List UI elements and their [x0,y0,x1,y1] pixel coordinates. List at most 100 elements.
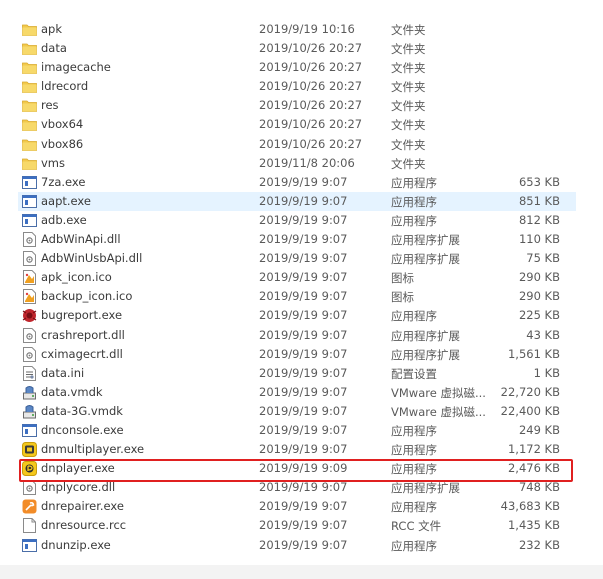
file-date: 2019/9/19 9:07 [259,442,348,457]
file-size: 232 KB [518,537,560,552]
file-list: apk 2019/9/19 10:16 文件夹 data 2019/10/26 20:2… [18,20,576,555]
file-date: 2019/9/19 9:07 [259,422,348,437]
file-name: data.ini [41,365,85,380]
exe-icon [22,175,37,190]
file-date: 2019/9/19 9:09 [259,461,348,476]
file-row[interactable]: dnplayer.exe 2019/9/19 9:09 应用程序 2,476 KB [18,459,576,478]
file-row[interactable]: ldrecord 2019/10/26 20:27 文件夹 [18,77,576,96]
file-type: 应用程序 [391,538,437,553]
dll-icon [22,480,37,496]
file-size: 653 KB [518,174,560,189]
file-name: dnplayer.exe [41,461,115,476]
file-name: AdbWinApi.dll [41,232,121,247]
file-date: 2019/9/19 9:07 [259,308,348,323]
file-row[interactable]: AdbWinUsbApi.dll 2019/9/19 9:07 应用程序扩展 75 K… [18,249,576,268]
file-row[interactable]: data 2019/10/26 20:27 文件夹 [18,39,576,58]
exe-icon [22,194,37,209]
file-type: 应用程序 [391,213,437,228]
file-type: 应用程序扩展 [391,481,460,496]
file-row[interactable]: data-3G.vmdk 2019/9/19 9:07 VMware 虚拟磁... 2… [18,402,576,421]
file-row[interactable]: cximagecrt.dll 2019/9/19 9:07 应用程序扩展 1,561 … [18,345,576,364]
player-icon [22,461,37,477]
exe-icon [22,213,37,228]
file-size: 812 KB [518,212,560,227]
file-date: 2019/9/19 9:07 [259,384,348,399]
file-size: 290 KB [518,270,560,285]
dll-icon [22,327,37,343]
file-date: 2019/9/19 9:07 [259,232,348,247]
blank-file-icon [22,518,37,534]
file-row[interactable]: 7za.exe 2019/9/19 9:07 应用程序 653 KB [18,173,576,192]
file-name: dnmultiplayer.exe [41,442,145,457]
file-row[interactable]: apk 2019/9/19 10:16 文件夹 [18,20,576,39]
file-type: 应用程序 [391,194,437,209]
dll-icon [22,251,37,267]
file-row[interactable]: AdbWinApi.dll 2019/9/19 9:07 应用程序扩展 110 KB [18,230,576,249]
file-row[interactable]: adb.exe 2019/9/19 9:07 应用程序 812 KB [18,211,576,230]
file-row[interactable]: dnplycore.dll 2019/9/19 9:07 应用程序扩展 748 KB [18,478,576,497]
file-date: 2019/9/19 9:07 [259,537,348,552]
folder-icon [22,98,37,113]
file-date: 2019/10/26 20:27 [259,117,363,132]
file-row[interactable]: dnrepairer.exe 2019/9/19 9:07 应用程序 43,683 K… [18,497,576,516]
file-date: 2019/9/19 9:07 [259,251,348,266]
file-size: 43,683 KB [500,499,560,514]
file-size: 110 KB [518,232,560,247]
file-name: dnrepairer.exe [41,499,124,514]
file-size: 1 KB [533,365,560,380]
file-type: 配置设置 [391,366,437,381]
file-type: 文件夹 [391,23,426,37]
bottom-bar [0,565,603,579]
file-name: apk_icon.ico [41,270,112,285]
file-date: 2019/9/19 10:16 [259,22,355,36]
file-row[interactable]: dnconsole.exe 2019/9/19 9:07 应用程序 249 KB [18,421,576,440]
file-type: 应用程序扩展 [391,252,460,267]
file-row[interactable]: aapt.exe 2019/9/19 9:07 应用程序 851 KB [18,191,576,211]
file-row[interactable]: vms 2019/11/8 20:06 文件夹 [18,154,576,173]
file-row[interactable]: res 2019/10/26 20:27 文件夹 [18,96,576,115]
file-type: VMware 虚拟磁... [391,385,486,400]
file-date: 2019/9/19 9:07 [259,518,348,533]
file-size: 43 KB [526,327,560,342]
folder-icon [22,60,37,75]
file-row[interactable]: dnunzip.exe 2019/9/19 9:07 应用程序 232 KB [18,536,576,555]
file-row[interactable]: data.ini 2019/9/19 9:07 配置设置 1 KB [18,364,576,383]
file-row[interactable]: vbox86 2019/10/26 20:27 文件夹 [18,135,576,154]
file-type: 图标 [391,290,414,305]
file-type: 应用程序 [391,462,437,477]
file-type: 文件夹 [391,61,426,76]
file-type: 文件夹 [391,99,426,114]
file-row[interactable]: crashreport.dll 2019/9/19 9:07 应用程序扩展 43 KB [18,326,576,345]
file-size: 225 KB [518,308,560,323]
bug-icon [22,308,37,323]
file-date: 2019/11/8 20:06 [259,155,355,170]
file-size: 22,720 KB [500,384,560,399]
file-name: dnunzip.exe [41,537,111,552]
file-row[interactable]: bugreport.exe 2019/9/19 9:07 应用程序 225 KB [18,306,576,325]
file-name: apk [41,22,63,36]
file-date: 2019/9/19 9:07 [259,289,348,304]
file-type: 应用程序 [391,423,437,438]
file-date: 2019/10/26 20:27 [259,136,363,151]
file-name: cximagecrt.dll [41,346,123,361]
file-row[interactable]: dnresource.rcc 2019/9/19 9:07 RCC 文件 1,435 … [18,516,576,535]
file-row[interactable]: apk_icon.ico 2019/9/19 9:07 图标 290 KB [18,268,576,287]
folder-icon [22,156,37,171]
file-type: 应用程序 [391,309,437,324]
file-row[interactable]: vbox64 2019/10/26 20:27 文件夹 [18,115,576,134]
file-type: VMware 虚拟磁... [391,404,486,419]
file-explorer-window: apk 2019/9/19 10:16 文件夹 data 2019/10/26 20:2… [0,0,603,579]
file-name: bugreport.exe [41,308,123,323]
file-type: 应用程序扩展 [391,328,460,343]
file-date: 2019/10/26 20:27 [259,98,363,113]
file-name: aapt.exe [41,193,91,208]
file-date: 2019/9/19 9:07 [259,365,348,380]
file-row[interactable]: backup_icon.ico 2019/9/19 9:07 图标 290 KB [18,287,576,306]
file-row[interactable]: dnmultiplayer.exe 2019/9/19 9:07 应用程序 1,172… [18,440,576,459]
file-row[interactable]: imagecache 2019/10/26 20:27 文件夹 [18,58,576,77]
file-name: data [41,41,67,56]
file-row[interactable]: data.vmdk 2019/9/19 9:07 VMware 虚拟磁... 22,7… [18,383,576,402]
file-date: 2019/9/19 9:07 [259,174,348,189]
dll-icon [22,232,37,248]
file-type: 文件夹 [391,80,426,95]
